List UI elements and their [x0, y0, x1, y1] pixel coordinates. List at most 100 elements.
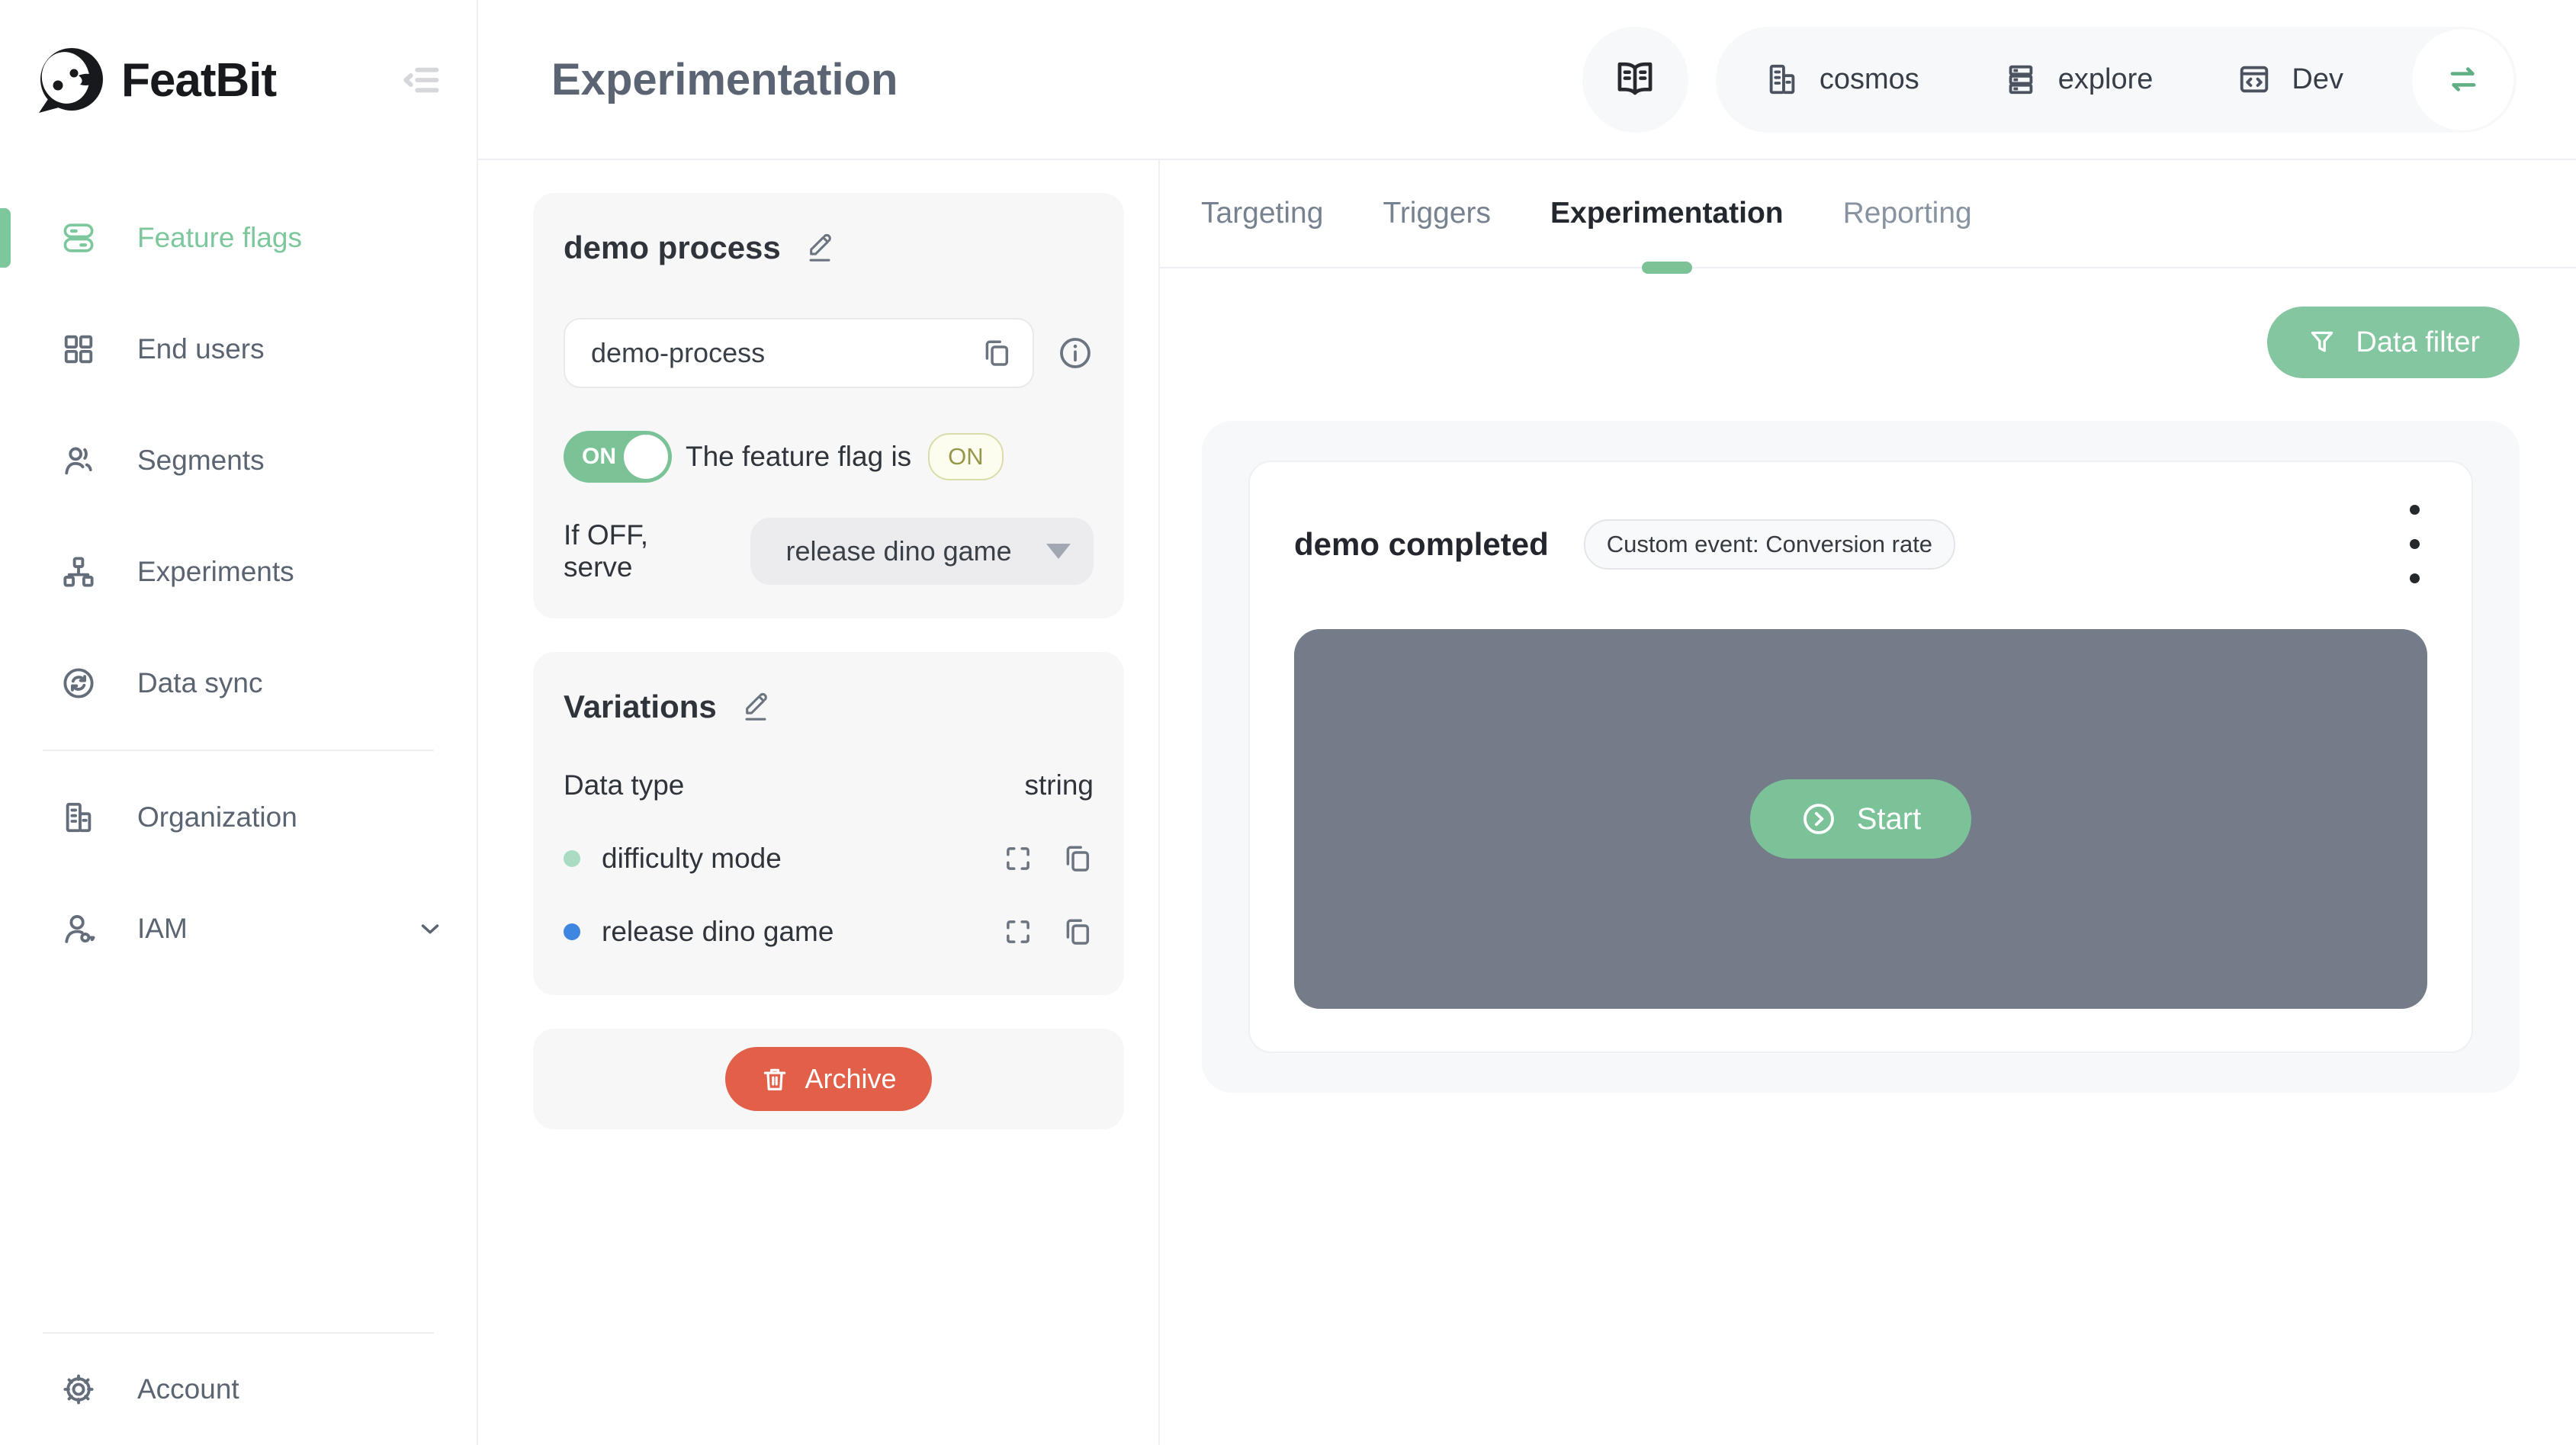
edit-variations-button[interactable] — [740, 691, 772, 723]
content-area: Targeting Triggers Experimentation Repor… — [1160, 160, 2576, 1445]
organization-icon — [61, 800, 96, 835]
sidebar-item-label: Experiments — [137, 556, 294, 587]
project-icon — [1765, 62, 1800, 97]
active-indicator — [0, 208, 11, 268]
sidebar-item-experiments[interactable]: Experiments — [0, 516, 477, 628]
variations-card: Variations Data type string difficulty m… — [533, 652, 1124, 995]
sidebar-item-iam[interactable]: IAM — [0, 873, 477, 984]
sidebar-item-label: Organization — [137, 801, 297, 833]
flag-status-badge: ON — [928, 433, 1004, 480]
workspace-selector[interactable]: explore — [2003, 62, 2153, 97]
experiment-chart-placeholder: Start — [1294, 629, 2427, 1009]
chevron-down-icon — [416, 914, 445, 943]
sidebar-nav: Feature flags End users Segments Experim… — [0, 160, 477, 984]
experiment-menu-button[interactable] — [2402, 500, 2427, 588]
project-name: cosmos — [1819, 63, 1919, 95]
tab-triggers[interactable]: Triggers — [1383, 160, 1491, 267]
experiment-event-badge: Custom event: Conversion rate — [1583, 519, 1956, 570]
sidebar-item-end-users[interactable]: End users — [0, 294, 477, 405]
main-body: demo process demo-process ON The feature… — [478, 160, 2576, 1445]
sidebar-item-label: End users — [137, 333, 265, 364]
feature-flags-icon — [61, 220, 96, 255]
variation-name: difficulty mode — [602, 843, 782, 874]
archive-button[interactable]: Archive — [725, 1047, 932, 1111]
data-filter-button[interactable]: Data filter — [2267, 307, 2520, 378]
flag-key-info-button[interactable] — [1057, 335, 1094, 371]
sidebar-item-label: Account — [137, 1373, 239, 1405]
env-name: Dev — [2292, 63, 2343, 95]
sidebar-item-account[interactable]: Account — [0, 1334, 477, 1445]
flag-toggle[interactable]: ON — [564, 431, 672, 483]
kebab-dot — [2410, 573, 2420, 583]
project-selector[interactable]: cosmos — [1765, 62, 1919, 97]
tab-reporting[interactable]: Reporting — [1843, 160, 1972, 267]
copy-variation-button[interactable] — [1062, 916, 1094, 948]
flag-tabs: Targeting Triggers Experimentation Repor… — [1160, 160, 2576, 268]
experiments-icon — [61, 554, 96, 589]
sidebar-item-feature-flags[interactable]: Feature flags — [0, 182, 477, 294]
collapse-sidebar-button[interactable] — [399, 58, 443, 102]
variation-color-dot — [564, 923, 580, 940]
pencil-icon — [809, 233, 831, 262]
expand-variation-button[interactable] — [1002, 916, 1034, 948]
toggle-knob — [624, 435, 668, 479]
copy-icon — [985, 340, 1009, 366]
docs-button[interactable] — [1582, 26, 1688, 133]
start-experiment-button[interactable]: Start — [1749, 779, 1972, 859]
data-type-value: string — [1024, 769, 1094, 801]
flag-key-input[interactable]: demo-process — [564, 318, 1034, 388]
swap-environment-button[interactable] — [2412, 28, 2513, 130]
copy-variation-button[interactable] — [1062, 843, 1094, 875]
flag-detail-panel: demo process demo-process ON The feature… — [478, 160, 1160, 1445]
sidebar-item-segments[interactable]: Segments — [0, 405, 477, 516]
env-selector[interactable]: Dev — [2237, 62, 2343, 97]
variation-row: release dino game — [564, 916, 1094, 948]
sidebar-footer: Account — [0, 1332, 477, 1445]
tab-label: Reporting — [1842, 197, 1972, 230]
data-sync-icon — [61, 666, 96, 701]
variation-name: release dino game — [602, 916, 834, 947]
gear-icon — [61, 1372, 96, 1407]
if-off-label: If OFF, serve — [564, 519, 648, 583]
flag-summary-card: demo process demo-process ON The feature… — [533, 193, 1124, 618]
page-title: Experimentation — [551, 54, 898, 104]
start-label: Start — [1856, 801, 1922, 836]
edit-flag-name-button[interactable] — [804, 232, 836, 264]
flag-status-text: The feature flag is — [686, 441, 912, 472]
code-window-icon — [2237, 62, 2272, 97]
data-type-label: Data type — [564, 769, 685, 801]
flag-key-value: demo-process — [591, 337, 766, 368]
flag-name: demo process — [564, 230, 781, 265]
app-root: FeatBit Feature flags End users Segments… — [0, 0, 2576, 1445]
brand-name: FeatBit — [121, 53, 277, 107]
stack-icon — [2003, 62, 2038, 97]
end-users-icon — [61, 332, 96, 367]
info-icon — [1060, 338, 1090, 368]
tab-targeting[interactable]: Targeting — [1201, 160, 1323, 267]
header-controls: cosmos explore Dev — [1582, 26, 2517, 133]
tab-experimentation[interactable]: Experimentation — [1550, 160, 1784, 267]
experiment-card: demo completed Custom event: Conversion … — [1248, 461, 2473, 1053]
off-variation-value: release dino game — [785, 535, 1012, 567]
sidebar-item-organization[interactable]: Organization — [0, 762, 477, 873]
brand-header: FeatBit — [0, 0, 477, 160]
variation-row: difficulty mode — [564, 843, 1094, 875]
sidebar-item-data-sync[interactable]: Data sync — [0, 628, 477, 739]
collapse-sidebar-icon — [403, 67, 439, 93]
segments-icon — [61, 443, 96, 478]
copy-key-button[interactable] — [981, 337, 1013, 369]
archive-label: Archive — [805, 1063, 897, 1094]
sidebar-item-label: IAM — [137, 913, 188, 944]
tab-label: Targeting — [1201, 197, 1324, 230]
caret-down-icon — [1046, 544, 1071, 559]
sidebar-item-label: Segments — [137, 445, 265, 476]
featbit-logo-icon — [33, 42, 109, 118]
flag-toggle-state: ON — [582, 444, 616, 469]
sidebar-divider — [43, 750, 434, 751]
variation-color-dot — [564, 850, 580, 867]
book-icon — [1617, 62, 1653, 95]
iam-icon — [61, 911, 96, 946]
expand-variation-button[interactable] — [1002, 843, 1034, 875]
pencil-icon — [745, 692, 767, 721]
off-variation-select[interactable]: release dino game — [750, 518, 1094, 585]
